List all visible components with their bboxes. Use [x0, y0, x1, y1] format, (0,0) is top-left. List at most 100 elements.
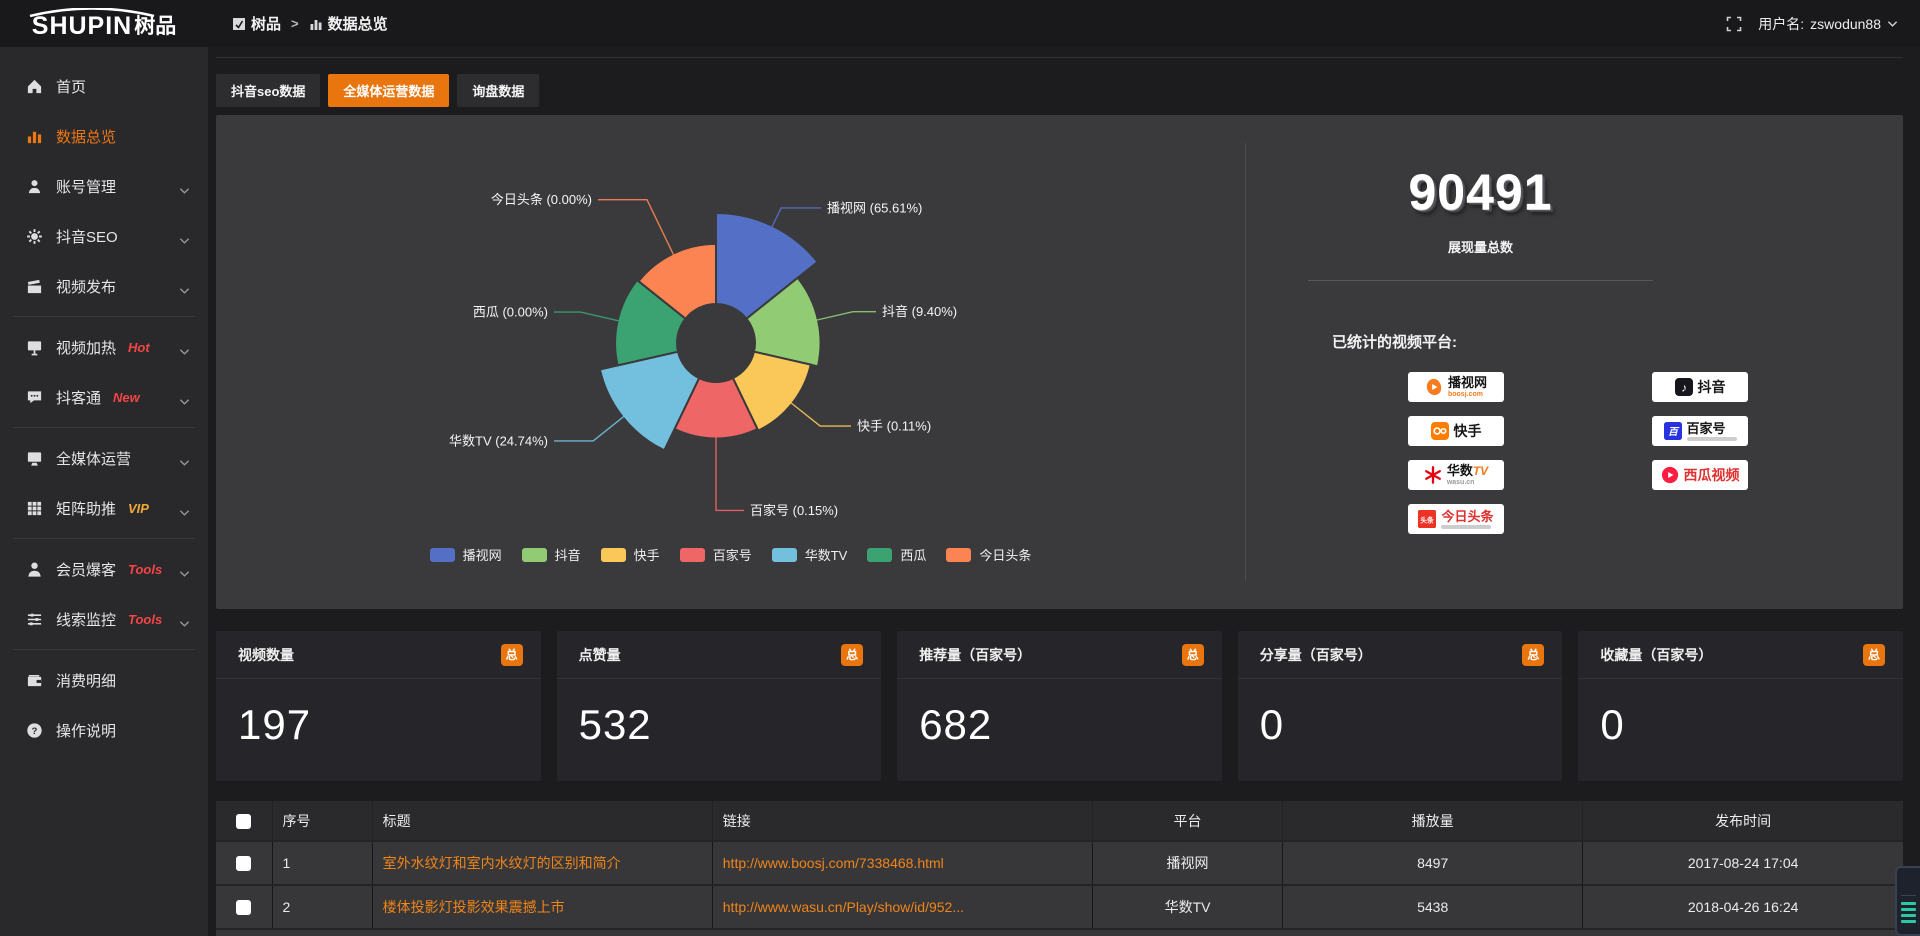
row-checkbox[interactable] — [236, 856, 251, 871]
legend-item-3[interactable]: 百家号 — [680, 545, 752, 564]
breadcrumb-root[interactable]: 树品 — [232, 13, 281, 34]
sidebar-item-2[interactable]: 账号管理 — [0, 161, 208, 211]
member-icon — [26, 561, 43, 578]
table-row-0: 1室外水纹灯和室内水纹灯的区别和简介http://www.boosj.com/7… — [216, 841, 1903, 885]
sidebar-item-7[interactable]: 全媒体运营 — [0, 433, 208, 483]
slice-label-3: 百家号 (0.15%) — [750, 503, 838, 518]
legend-item-6[interactable]: 今日头条 — [946, 545, 1031, 564]
legend-label: 播视网 — [463, 545, 502, 564]
legend-item-1[interactable]: 抖音 — [522, 545, 581, 564]
row-checkbox[interactable] — [236, 900, 251, 915]
column-header-1: 标题 — [372, 801, 712, 841]
xigua-icon — [1661, 466, 1679, 484]
logo-tagline-placeholder — [1441, 525, 1491, 529]
breadcrumb-current-label: 数据总览 — [328, 13, 388, 34]
tab-0[interactable]: 抖音seo数据 — [216, 74, 320, 107]
breadcrumb-current[interactable]: 数据总览 — [309, 13, 388, 34]
sidebar-item-4[interactable]: 视频发布 — [0, 261, 208, 311]
slice-label-2: 快手 (0.11%) — [857, 419, 931, 434]
select-all-cell — [216, 801, 272, 841]
cell-plays: 5438 — [1283, 885, 1583, 929]
sidebar-item-8[interactable]: 矩阵助推VIP — [0, 483, 208, 533]
platform-logo-grid: 播视网boosj.com♪抖音快手百百家号华数TVwasu.cn西瓜视频头条今日… — [1408, 372, 1903, 534]
stat-card-1: 点赞量总532 — [557, 631, 882, 781]
sidebar-item-label: 全媒体运营 — [56, 448, 131, 469]
floating-widget-top — [1901, 874, 1916, 896]
legend-label: 百家号 — [713, 545, 752, 564]
cell-platform: 播视网 — [1092, 841, 1282, 885]
total-impressions-label: 展现量总数 — [1308, 237, 1653, 256]
monitor-icon — [26, 450, 43, 467]
cell-link[interactable]: http://www.boosj.com/7338468.html — [712, 841, 1092, 885]
sidebar-item-label: 操作说明 — [56, 720, 116, 741]
platform-logo-douyin: ♪抖音 — [1652, 372, 1748, 402]
stat-card-title: 推荐量（百家号） — [919, 645, 1031, 665]
sidebar-divider — [13, 316, 195, 317]
legend-item-5[interactable]: 西瓜 — [867, 545, 926, 564]
sidebar-item-12[interactable]: ?操作说明 — [0, 705, 208, 755]
breadcrumb: 树品 > 数据总览 — [232, 13, 388, 34]
top-header: SHUPIN 树品 树品 > 数据总览 用户名: zswodun88 — [0, 0, 1920, 47]
sidebar-item-label: 数据总览 — [56, 126, 116, 147]
stat-cards-row: 视频数量总197点赞量总532推荐量（百家号）总682分享量（百家号）总0收藏量… — [216, 631, 1903, 781]
stat-card-3: 分享量（百家号）总0 — [1238, 631, 1563, 781]
breadcrumb-root-label: 树品 — [251, 13, 281, 34]
sidebar-item-11[interactable]: 消费明细 — [0, 655, 208, 705]
breadcrumb-separator: > — [291, 16, 299, 31]
stat-card-title: 收藏量（百家号） — [1600, 645, 1712, 665]
user-menu[interactable]: 用户名: zswodun88 — [1758, 14, 1898, 34]
platform-logo-boosj: 播视网boosj.com — [1408, 372, 1504, 402]
douyin-icon: ♪ — [1675, 378, 1693, 396]
select-all-checkbox[interactable] — [236, 814, 251, 829]
row-select-cell — [216, 841, 272, 885]
sidebar-item-3[interactable]: 抖音SEO — [0, 211, 208, 261]
column-header-3: 平台 — [1092, 801, 1282, 841]
total-badge: 总 — [841, 644, 863, 666]
chevron-down-icon — [179, 454, 190, 462]
home-icon — [26, 78, 43, 95]
stat-card-0: 视频数量总197 — [216, 631, 541, 781]
legend-label: 今日头条 — [979, 545, 1031, 564]
label-leader-0 — [772, 208, 821, 227]
legend-swatch — [680, 548, 705, 562]
slice-label-6: 今日头条 (0.00%) — [491, 192, 592, 207]
sidebar-badge: Tools — [128, 612, 162, 627]
cell-title[interactable]: 楼体投影灯投影效果震撼上市 — [372, 885, 712, 929]
legend-item-2[interactable]: 快手 — [601, 545, 660, 564]
wallet-icon — [26, 672, 43, 689]
table-row-1: 2楼体投影灯投影效果震撼上市http://www.wasu.cn/Play/sh… — [216, 885, 1903, 929]
column-header-4: 播放量 — [1283, 801, 1583, 841]
sidebar-item-label: 消费明细 — [56, 670, 116, 691]
sidebar-item-0[interactable]: 首页 — [0, 61, 208, 111]
header-divider — [216, 47, 1903, 58]
pie-slice-4[interactable] — [600, 352, 699, 451]
legend-swatch — [522, 548, 547, 562]
sidebar-item-label: 首页 — [56, 76, 86, 97]
table-row-partial — [216, 929, 1903, 936]
cell-no: 2 — [272, 885, 372, 929]
sidebar-item-9[interactable]: 会员爆客Tools — [0, 544, 208, 594]
floating-side-widget[interactable] — [1895, 866, 1920, 936]
total-impressions-block: 90491 展现量总数 — [1308, 163, 1653, 256]
username: zswodun88 — [1810, 16, 1881, 32]
cell-title[interactable]: 室外水纹灯和室内水纹灯的区别和简介 — [372, 841, 712, 885]
tab-1[interactable]: 全媒体运营数据 — [328, 74, 449, 107]
sidebar-item-1[interactable]: 数据总览 — [0, 111, 208, 161]
cell-link[interactable]: http://www.wasu.cn/Play/show/id/952... — [712, 885, 1092, 929]
sidebar-item-label: 会员爆客 — [56, 559, 116, 580]
toutiao-icon: 头条 — [1418, 510, 1436, 528]
sidebar-item-5[interactable]: 视频加热Hot — [0, 322, 208, 372]
sidebar-item-6[interactable]: 抖客通New — [0, 372, 208, 422]
legend-item-4[interactable]: 华数TV — [772, 545, 848, 564]
platform-logo-wasu: 华数TVwasu.cn — [1408, 460, 1504, 490]
gear-icon — [26, 228, 43, 245]
videos-table: 序号标题链接平台播放量发布时间 1室外水纹灯和室内水纹灯的区别和简介http:/… — [216, 801, 1903, 936]
fullscreen-icon[interactable] — [1726, 16, 1742, 32]
legend-item-0[interactable]: 播视网 — [430, 545, 502, 564]
sidebar-divider — [13, 649, 195, 650]
tab-2[interactable]: 询盘数据 — [457, 74, 539, 107]
sidebar-item-10[interactable]: 线索监控Tools — [0, 594, 208, 644]
app-logo[interactable]: SHUPIN 树品 — [0, 6, 208, 41]
svg-text:头条: 头条 — [1421, 515, 1435, 524]
sidebar-divider — [13, 427, 195, 428]
